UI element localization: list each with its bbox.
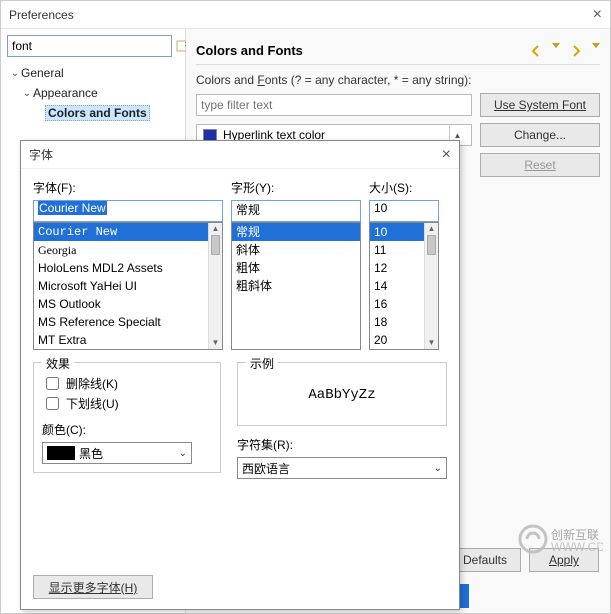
list-item[interactable]: Courier New <box>34 223 222 241</box>
nav-back-icon[interactable] <box>528 43 544 59</box>
list-item[interactable]: MS Reference Specialt <box>34 313 222 331</box>
type-filter-input[interactable] <box>196 94 472 116</box>
list-item[interactable]: MT Extra <box>34 331 222 349</box>
color-combo[interactable]: 黑色 ⌄ <box>42 442 192 464</box>
list-item[interactable]: 斜体 <box>232 241 360 259</box>
effects-group: 效果 删除线(K) 下划线(U) 颜色(C): 黑色 ⌄ <box>33 362 221 473</box>
font-label: 字体(F): <box>33 179 223 196</box>
style-listbox[interactable]: 常规 斜体 粗体 粗斜体 <box>231 222 361 350</box>
size-listbox[interactable]: 10 11 12 14 16 18 20 ▲▼ <box>369 222 439 350</box>
list-item[interactable]: 粗斜体 <box>232 277 360 295</box>
font-listbox[interactable]: Courier New Georgia HoloLens MDL2 Assets… <box>33 222 223 350</box>
strikeout-checkbox[interactable]: 删除线(K) <box>42 373 212 393</box>
scroll-up-icon: ▲ <box>212 223 220 235</box>
change-button[interactable]: Change... <box>480 123 600 147</box>
color-label: 颜色(C): <box>42 421 212 438</box>
section-title: Colors and Fonts <box>196 43 303 58</box>
scrollbar[interactable]: ▲▼ <box>208 223 222 349</box>
scrollbar[interactable]: ▲▼ <box>424 223 438 349</box>
effects-legend: 效果 <box>42 355 74 372</box>
size-label: 大小(S): <box>369 179 439 196</box>
close-icon[interactable]: × <box>593 6 602 24</box>
nav-forward-menu-icon[interactable] <box>592 43 600 48</box>
sample-legend: 示例 <box>246 355 278 372</box>
charset-combo[interactable]: 西欧语言 ⌄ <box>237 457 447 479</box>
apply-button[interactable]: Apply <box>529 548 599 572</box>
tree-item-colors-fonts[interactable]: Colors and Fonts <box>9 103 179 123</box>
nav-forward-icon[interactable] <box>568 43 584 59</box>
font-name-input[interactable]: Courier New <box>33 200 223 222</box>
scroll-up-icon: ▲ <box>428 223 436 235</box>
list-item[interactable]: 常规 <box>232 223 360 241</box>
style-label: 字形(Y): <box>231 179 361 196</box>
tree-item-general[interactable]: ⌄General <box>9 63 179 83</box>
font-dialog: 字体 × 字体(F): Courier New Courier New Geor… <box>20 140 460 610</box>
preferences-tree[interactable]: ⌄General ⌄Appearance Colors and Fonts <box>7 63 179 123</box>
tree-item-appearance[interactable]: ⌄Appearance <box>9 83 179 103</box>
preferences-title: Preferences <box>9 8 74 22</box>
font-dialog-close-icon[interactable]: × <box>442 146 451 164</box>
filter-input[interactable] <box>7 35 172 57</box>
font-style-input[interactable]: 常规 <box>231 200 361 222</box>
list-item[interactable]: HoloLens MDL2 Assets <box>34 259 222 277</box>
preferences-titlebar: Preferences × <box>1 1 610 29</box>
scroll-down-icon: ▼ <box>428 337 436 349</box>
scroll-down-icon: ▼ <box>212 337 220 349</box>
reset-button: Reset <box>480 153 600 177</box>
charset-label: 字符集(R): <box>237 436 447 453</box>
list-item[interactable]: Microsoft YaHei UI <box>34 277 222 295</box>
list-item[interactable]: MS Outlook <box>34 295 222 313</box>
use-system-font-button[interactable]: Use System Font <box>480 93 600 117</box>
sample-group: 示例 AaBbYyZz <box>237 362 447 426</box>
color-swatch-icon <box>47 446 75 460</box>
font-dialog-title: 字体 <box>29 146 53 163</box>
list-item[interactable]: 粗体 <box>232 259 360 277</box>
chevron-down-icon: ⌄ <box>179 448 187 459</box>
underline-checkbox[interactable]: 下划线(U) <box>42 393 212 413</box>
list-item[interactable]: Georgia <box>34 241 222 259</box>
nav-back-menu-icon[interactable] <box>552 43 560 48</box>
chevron-down-icon: ⌄ <box>434 463 442 474</box>
section-description: Colors and Fonts (? = any character, * =… <box>196 73 600 87</box>
font-size-input[interactable]: 10 <box>369 200 439 222</box>
sample-text: AaBbYyZz <box>246 373 438 417</box>
show-more-fonts-button[interactable]: 显示更多字体(H) <box>33 575 153 599</box>
